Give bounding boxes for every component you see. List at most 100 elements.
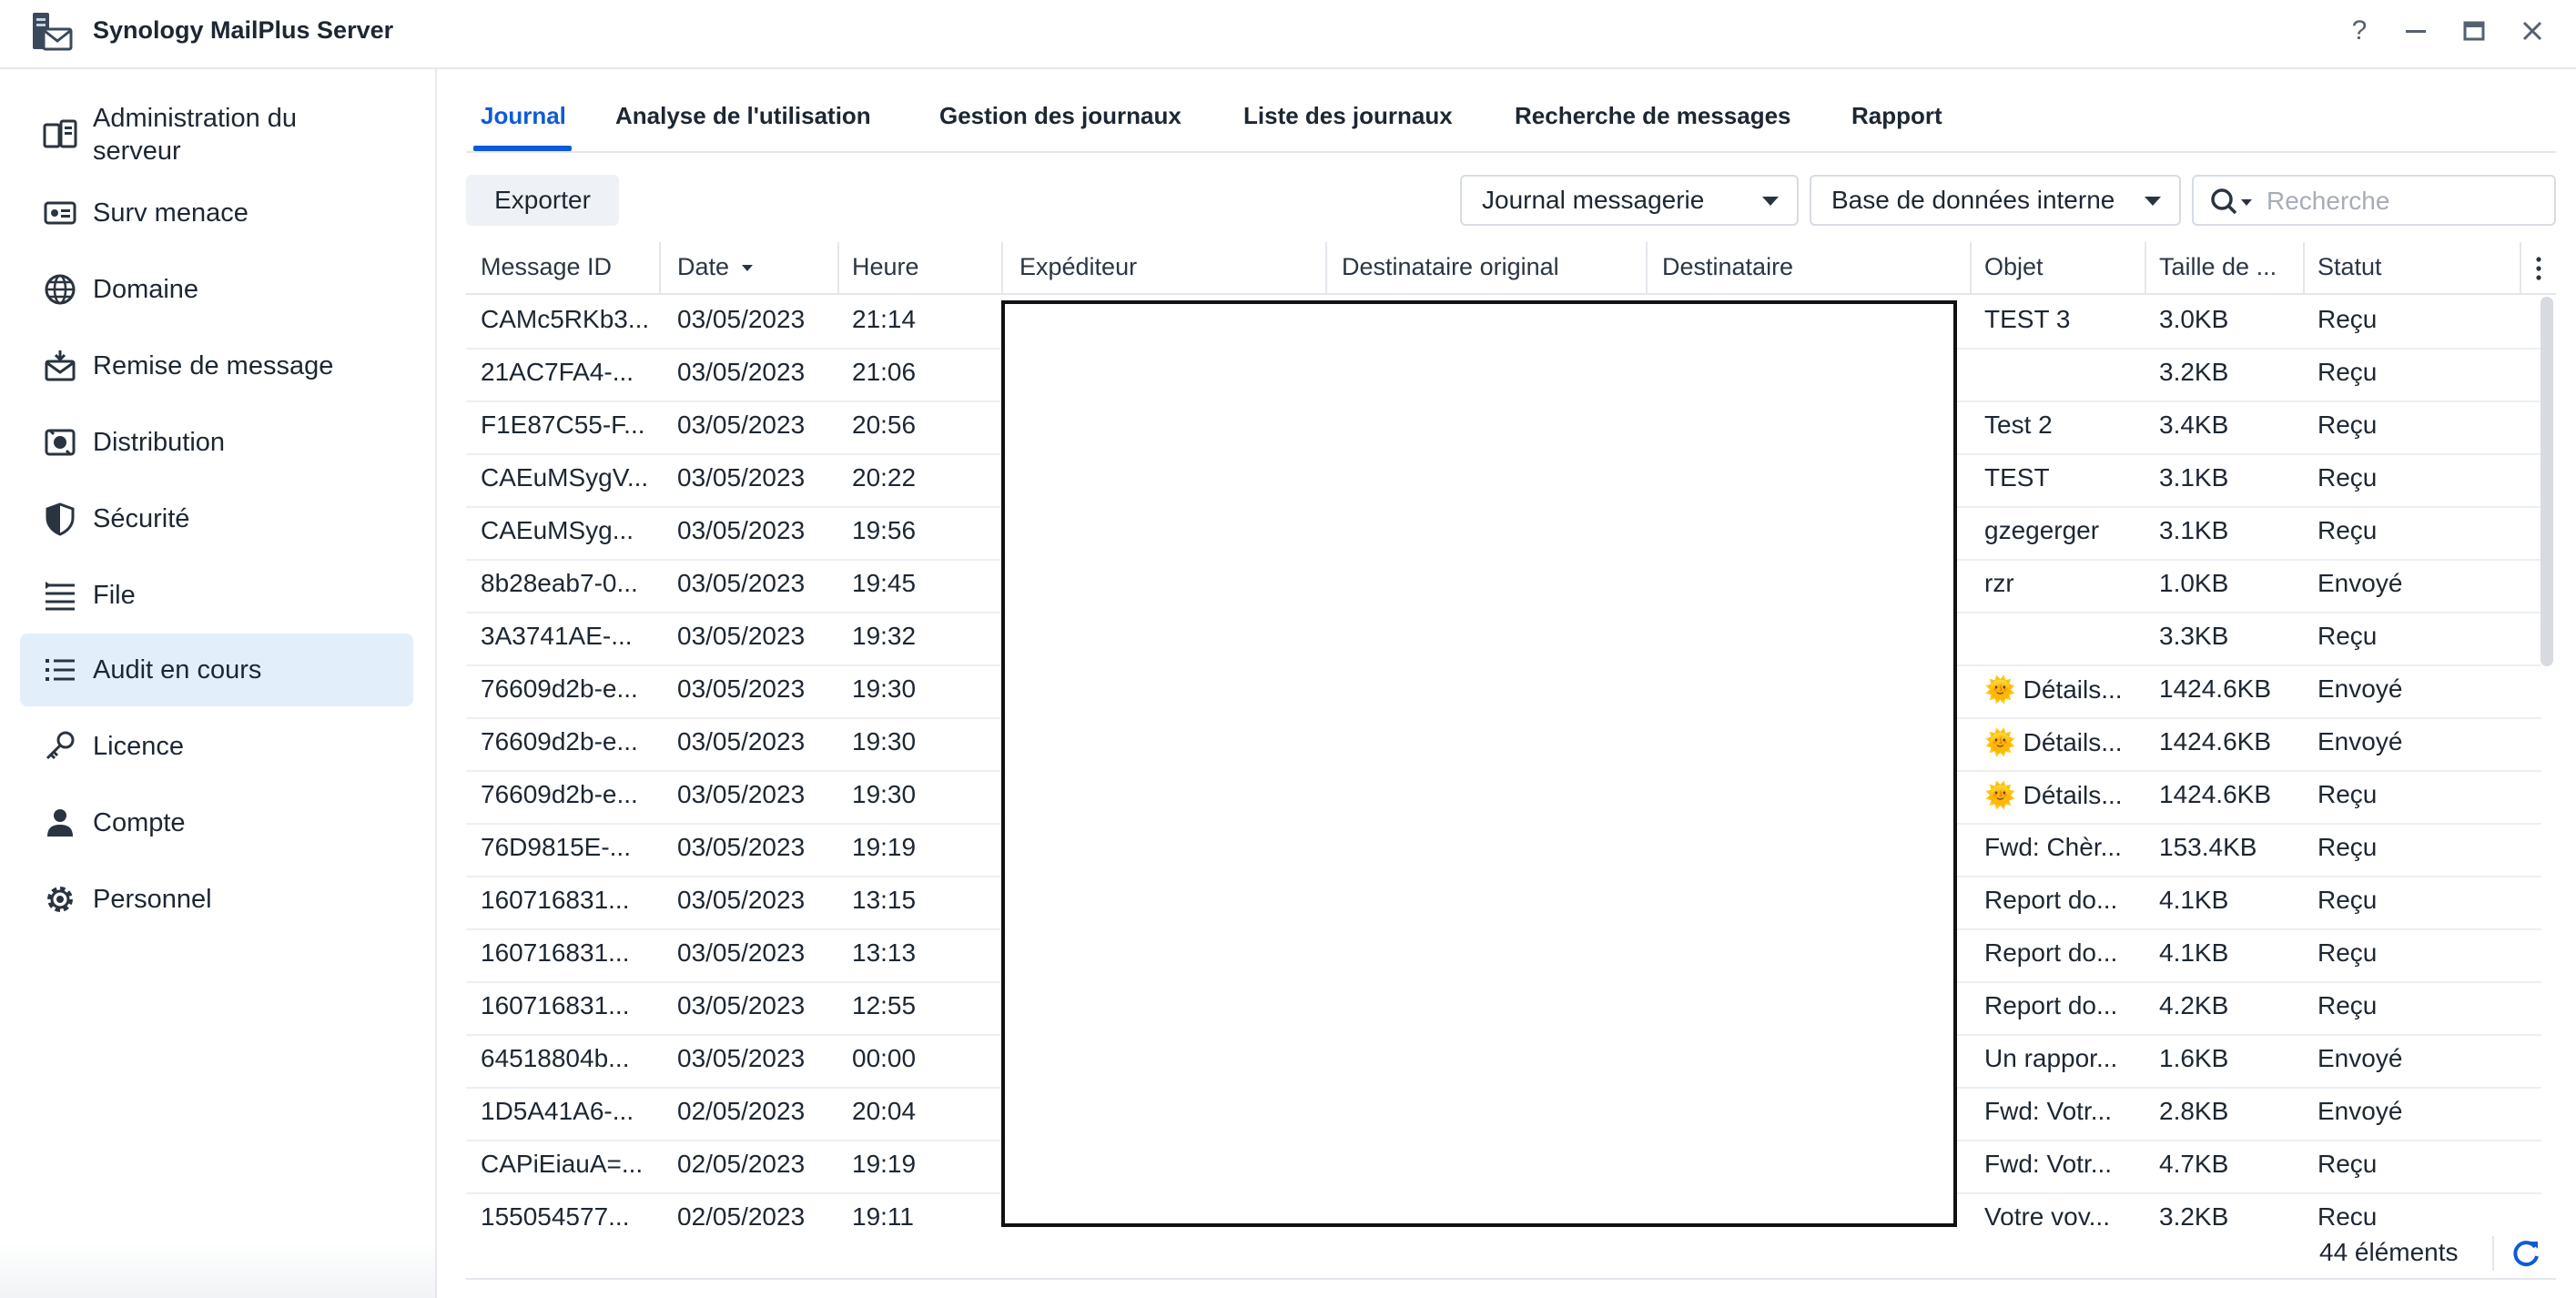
cell-size: 4.2KB	[2159, 991, 2229, 1019]
cell-size: 4.1KB	[2159, 886, 2229, 914]
cell-message-id: CAPiEiauA=...	[481, 1150, 644, 1178]
cell-size: 153.4KB	[2159, 833, 2257, 861]
cell-message-id: CAEuMSygV...	[481, 463, 649, 492]
cell-status: Reçu	[2317, 886, 2378, 914]
cell-status: Reçu	[2317, 411, 2378, 439]
cell-subject: Test 2	[1984, 411, 2053, 439]
cell-message-id: 160716831...	[481, 886, 630, 914]
cell-date: 03/05/2023	[677, 516, 806, 544]
cell-status: Reçu	[2317, 780, 2378, 808]
cell-date: 03/05/2023	[677, 463, 806, 492]
cell-time: 12:55	[852, 991, 917, 1019]
cell-subject: Report do...	[1984, 991, 2118, 1019]
cell-status: Reçu	[2317, 991, 2378, 1019]
cell-date: 03/05/2023	[677, 569, 806, 597]
cell-time: 21:06	[852, 358, 917, 386]
cell-date: 03/05/2023	[677, 622, 806, 650]
cell-message-id: 76609d2b-e...	[481, 674, 638, 703]
cell-status: Reçu	[2317, 938, 2378, 967]
cell-status: Reçu	[2317, 516, 2378, 544]
cell-status: Reçu	[2317, 833, 2378, 861]
cell-date: 03/05/2023	[677, 780, 806, 808]
cell-size: 1424.6KB	[2159, 780, 2271, 808]
cell-status: Envoyé	[2317, 727, 2403, 755]
cell-time: 20:22	[852, 463, 917, 492]
cell-message-id: 76609d2b-e...	[481, 780, 638, 808]
cell-message-id: 76609d2b-e...	[481, 727, 638, 755]
cell-subject: gzegerger	[1984, 516, 2100, 544]
cell-time: 13:13	[852, 938, 917, 967]
cell-status: Reçu	[2317, 1202, 2378, 1225]
cell-message-id: 76D9815E-...	[481, 833, 631, 861]
redaction-box	[1001, 300, 1957, 1227]
cell-status: Envoyé	[2317, 1097, 2403, 1125]
cell-time: 13:15	[852, 886, 917, 914]
cell-message-id: 8b28eab7-0...	[481, 569, 638, 597]
cell-date: 03/05/2023	[677, 727, 806, 755]
cell-time: 19:19	[852, 1150, 917, 1178]
cell-subject: TEST	[1984, 463, 2050, 492]
cell-subject: 🌞 Détails...	[1984, 675, 2123, 704]
cell-subject: Report do...	[1984, 938, 2118, 967]
cell-size: 2.8KB	[2159, 1097, 2229, 1125]
cell-message-id: 21AC7FA4-...	[481, 358, 634, 386]
cell-subject: Un rappor...	[1984, 1044, 2118, 1072]
cell-time: 19:19	[852, 833, 917, 861]
cell-date: 03/05/2023	[677, 411, 806, 439]
cell-time: 20:56	[852, 411, 917, 439]
cell-date: 02/05/2023	[677, 1097, 806, 1125]
cell-status: Envoyé	[2317, 1044, 2403, 1072]
cell-status: Envoyé	[2317, 674, 2403, 703]
cell-size: 3.2KB	[2159, 358, 2229, 386]
cell-time: 19:30	[852, 780, 917, 808]
cell-time: 19:11	[852, 1202, 914, 1225]
cell-size: 3.3KB	[2159, 622, 2229, 650]
vertical-scrollbar[interactable]	[2541, 297, 2553, 666]
cell-message-id: 1D5A41A6-...	[481, 1097, 634, 1125]
cell-size: 4.1KB	[2159, 938, 2229, 967]
cell-size: 3.0KB	[2159, 305, 2229, 333]
cell-size: 3.1KB	[2159, 516, 2229, 544]
cell-subject: rzr	[1984, 569, 2014, 597]
cell-time: 19:45	[852, 569, 917, 597]
cell-date: 03/05/2023	[677, 305, 806, 333]
cell-date: 03/05/2023	[677, 991, 806, 1019]
cell-status: Reçu	[2317, 1150, 2378, 1178]
cell-size: 1424.6KB	[2159, 674, 2271, 703]
cell-subject: 🌞 Détails...	[1984, 781, 2123, 809]
cell-date: 03/05/2023	[677, 358, 806, 386]
cell-message-id: 160716831...	[481, 938, 630, 967]
cell-subject: 🌞 Détails...	[1984, 728, 2123, 756]
cell-message-id: 160716831...	[481, 991, 630, 1019]
cell-date: 03/05/2023	[677, 886, 806, 914]
cell-subject: Fwd: Votr...	[1984, 1097, 2113, 1125]
cell-size: 3.1KB	[2159, 463, 2229, 492]
cell-size: 3.2KB	[2159, 1202, 2229, 1225]
cell-time: 19:56	[852, 516, 917, 544]
refresh-icon[interactable]	[2510, 1238, 2541, 1269]
cell-time: 00:00	[852, 1044, 917, 1072]
cell-time: 20:04	[852, 1097, 917, 1125]
cell-subject: TEST 3	[1984, 305, 2071, 333]
cell-size: 3.4KB	[2159, 411, 2229, 439]
cell-message-id: CAMc5RKb3...	[481, 305, 650, 333]
cell-date: 02/05/2023	[677, 1150, 806, 1178]
footer-separator	[2492, 1236, 2494, 1271]
cell-message-id: 155054577...	[481, 1202, 630, 1225]
cell-status: Reçu	[2317, 305, 2378, 333]
item-count: 44 éléments	[2319, 1238, 2459, 1266]
cell-message-id: CAEuMSyg...	[481, 516, 634, 544]
cell-date: 03/05/2023	[677, 674, 806, 703]
cell-subject: Votre voy...	[1984, 1202, 2110, 1225]
cell-status: Reçu	[2317, 622, 2378, 650]
cell-size: 1.0KB	[2159, 569, 2229, 597]
cell-date: 02/05/2023	[677, 1202, 806, 1225]
cell-time: 19:30	[852, 727, 917, 755]
cell-time: 19:32	[852, 622, 917, 650]
cell-date: 03/05/2023	[677, 1044, 806, 1072]
cell-size: 1424.6KB	[2159, 727, 2271, 755]
cell-time: 19:30	[852, 674, 917, 703]
cell-status: Envoyé	[2317, 569, 2403, 597]
cell-message-id: 64518804b...	[481, 1044, 630, 1072]
footer-divider	[466, 1278, 2556, 1280]
